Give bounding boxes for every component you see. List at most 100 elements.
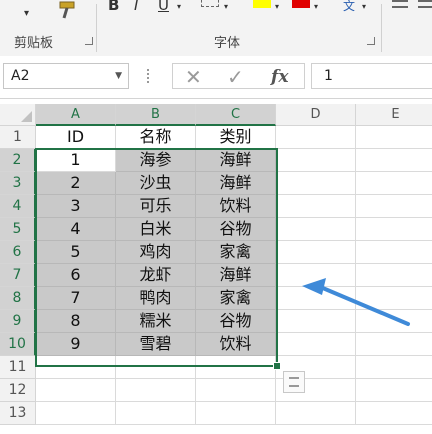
row-header[interactable]: 1: [0, 126, 36, 149]
row-header[interactable]: 12: [0, 379, 36, 402]
cell-a9[interactable]: 8: [36, 310, 116, 333]
col-header-a[interactable]: A: [36, 104, 116, 126]
cell-b9[interactable]: 糯米: [116, 310, 196, 333]
cell-d5[interactable]: [276, 218, 356, 241]
cell-d2[interactable]: [276, 149, 356, 172]
font-color-dropdown-icon[interactable]: ▾: [314, 0, 318, 15]
row-header[interactable]: 2: [0, 149, 36, 172]
cell-c10[interactable]: 饮料: [196, 333, 276, 356]
cell-b6[interactable]: 鸡肉: [116, 241, 196, 264]
cell-a13[interactable]: [36, 402, 116, 425]
cell-c9[interactable]: 谷物: [196, 310, 276, 333]
bold-button[interactable]: B: [108, 0, 119, 13]
cell-a6[interactable]: 5: [36, 241, 116, 264]
cell-e5[interactable]: [356, 218, 432, 241]
cell-e2[interactable]: [356, 149, 432, 172]
row-header[interactable]: 10: [0, 333, 36, 356]
paste-dropdown-icon[interactable]: ▾: [24, 6, 29, 22]
row-header[interactable]: 4: [0, 195, 36, 218]
row-header[interactable]: 9: [0, 310, 36, 333]
row-header[interactable]: 6: [0, 241, 36, 264]
col-header-c[interactable]: C: [196, 104, 276, 126]
row-header[interactable]: 7: [0, 264, 36, 287]
cell-b8[interactable]: 鸭肉: [116, 287, 196, 310]
phonetic-icon[interactable]: 文: [343, 0, 355, 14]
cell-a11[interactable]: [36, 356, 116, 379]
cell-e10[interactable]: [356, 333, 432, 356]
cell-d4[interactable]: [276, 195, 356, 218]
cell-e1[interactable]: [356, 126, 432, 149]
row-header[interactable]: 13: [0, 402, 36, 425]
cell-b13[interactable]: [116, 402, 196, 425]
cell-c3[interactable]: 海鲜: [196, 172, 276, 195]
fill-handle[interactable]: [273, 362, 281, 370]
cell-b11[interactable]: [116, 356, 196, 379]
borders-dropdown-icon[interactable]: ▾: [224, 0, 228, 15]
cell-e11[interactable]: [356, 356, 432, 379]
align-icon[interactable]: [392, 0, 408, 8]
cell-e12[interactable]: [356, 379, 432, 402]
insert-function-icon[interactable]: fx: [271, 66, 288, 88]
cell-a8[interactable]: 7: [36, 287, 116, 310]
cell-b1[interactable]: 名称: [116, 126, 196, 149]
col-header-b[interactable]: B: [116, 104, 196, 126]
cell-e3[interactable]: [356, 172, 432, 195]
col-header-d[interactable]: D: [276, 104, 356, 126]
formula-input[interactable]: 1: [311, 63, 432, 89]
cell-b3[interactable]: 沙虫: [116, 172, 196, 195]
row-header[interactable]: 8: [0, 287, 36, 310]
italic-button[interactable]: I: [134, 0, 138, 13]
quick-analysis-icon[interactable]: [283, 371, 305, 393]
row-header[interactable]: 11: [0, 356, 36, 379]
format-painter-icon[interactable]: [56, 0, 78, 24]
cell-a4[interactable]: 3: [36, 195, 116, 218]
cell-d3[interactable]: [276, 172, 356, 195]
cell-c13[interactable]: [196, 402, 276, 425]
underline-dropdown-icon[interactable]: ▾: [177, 0, 181, 15]
cell-c2[interactable]: 海鲜: [196, 149, 276, 172]
cell-a1[interactable]: ID: [36, 126, 116, 149]
font-color-icon[interactable]: [292, 0, 310, 8]
cell-c7[interactable]: 海鲜: [196, 264, 276, 287]
cell-b2[interactable]: 海参: [116, 149, 196, 172]
fill-color-icon[interactable]: [253, 0, 271, 8]
align-icon-2[interactable]: [418, 0, 432, 8]
cell-b7[interactable]: 龙虾: [116, 264, 196, 287]
cell-a2[interactable]: 1: [36, 149, 116, 172]
font-launcher-icon[interactable]: [367, 37, 375, 45]
cell-a5[interactable]: 4: [36, 218, 116, 241]
cell-d6[interactable]: [276, 241, 356, 264]
col-header-e[interactable]: E: [356, 104, 432, 126]
cell-c8[interactable]: 家禽: [196, 287, 276, 310]
cell-c4[interactable]: 饮料: [196, 195, 276, 218]
cell-d13[interactable]: [276, 402, 356, 425]
cell-b5[interactable]: 白米: [116, 218, 196, 241]
cell-e4[interactable]: [356, 195, 432, 218]
cell-b12[interactable]: [116, 379, 196, 402]
row-header[interactable]: 5: [0, 218, 36, 241]
cell-b4[interactable]: 可乐: [116, 195, 196, 218]
enter-icon[interactable]: ✓: [227, 66, 244, 88]
cell-c12[interactable]: [196, 379, 276, 402]
cell-a12[interactable]: [36, 379, 116, 402]
cancel-icon[interactable]: ✕: [185, 66, 202, 88]
cell-b10[interactable]: 雪碧: [116, 333, 196, 356]
cell-c11[interactable]: [196, 356, 276, 379]
name-box[interactable]: A2 ▼: [3, 63, 129, 89]
cell-c1[interactable]: 类别: [196, 126, 276, 149]
cell-e13[interactable]: [356, 402, 432, 425]
cell-c6[interactable]: 家禽: [196, 241, 276, 264]
cell-c5[interactable]: 谷物: [196, 218, 276, 241]
cell-a10[interactable]: 9: [36, 333, 116, 356]
name-box-dropdown-icon[interactable]: ▼: [115, 64, 122, 88]
clipboard-launcher-icon[interactable]: [85, 37, 93, 45]
phonetic-dropdown-icon[interactable]: ▾: [362, 0, 366, 15]
cell-a7[interactable]: 6: [36, 264, 116, 287]
underline-button[interactable]: U: [158, 0, 169, 13]
cell-d1[interactable]: [276, 126, 356, 149]
row-header[interactable]: 3: [0, 172, 36, 195]
borders-icon[interactable]: [201, 0, 219, 7]
cell-d10[interactable]: [276, 333, 356, 356]
cell-e6[interactable]: [356, 241, 432, 264]
cell-a3[interactable]: 2: [36, 172, 116, 195]
